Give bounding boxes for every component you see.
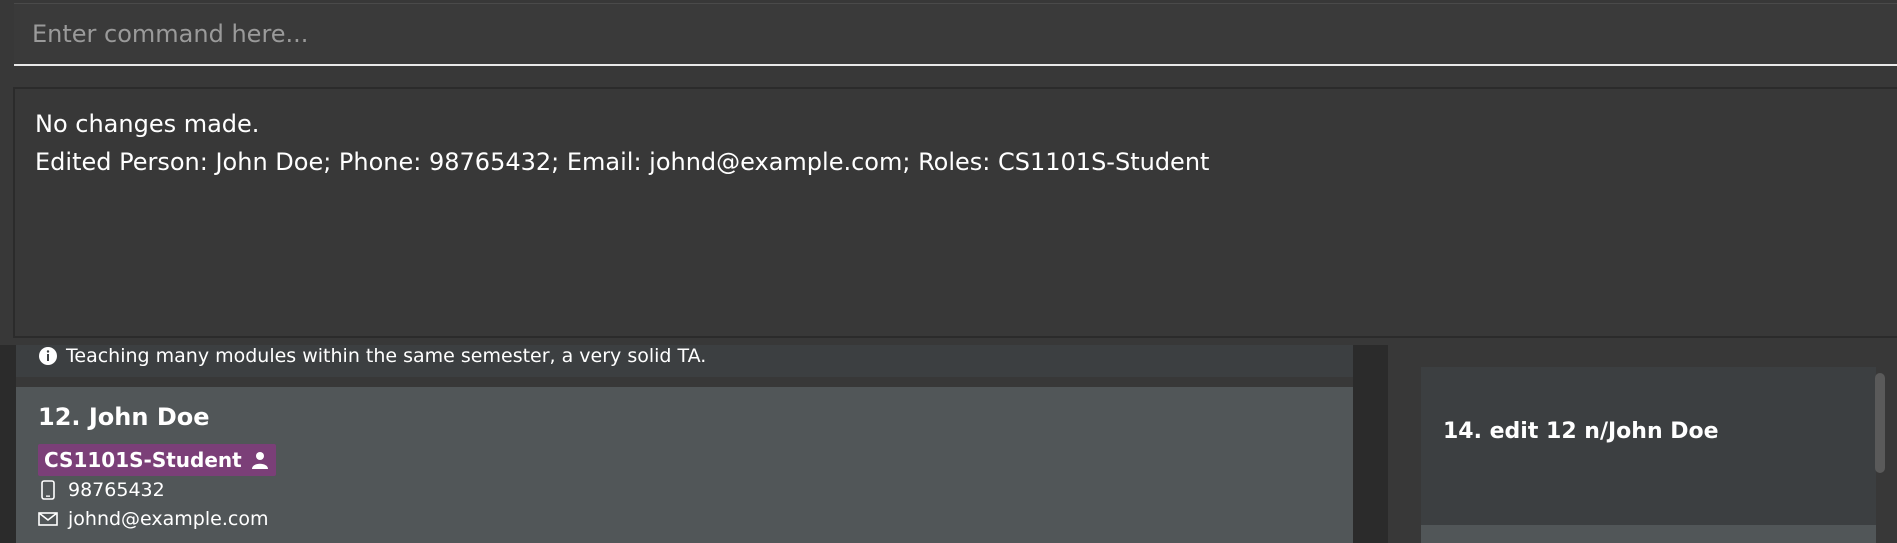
app-window: No changes made. Edited Person: John Doe… [0, 0, 1897, 543]
selected-person-card[interactable]: 12. John Doe CS1101S-Student 98765432 jo… [16, 387, 1353, 543]
role-label: CS1101S-Student [44, 448, 242, 472]
list-item[interactable]: Teaching many modules within the same se… [16, 345, 1353, 377]
role-badge: CS1101S-Student [38, 444, 276, 476]
history-scrollbar[interactable] [1875, 373, 1885, 473]
command-history-panel[interactable]: 14. edit 12 n/John Doe [1388, 345, 1897, 543]
bottom-panels: Teaching many modules within the same se… [0, 345, 1897, 543]
result-display: No changes made. Edited Person: John Doe… [13, 87, 1897, 338]
phone-row: 98765432 [38, 479, 165, 501]
result-line-status: No changes made. [35, 110, 260, 138]
phone-icon [38, 479, 58, 501]
result-line-detail: Edited Person: John Doe; Phone: 98765432… [35, 148, 1210, 176]
previous-item-text: Teaching many modules within the same se… [66, 345, 707, 367]
history-next-item[interactable] [1421, 525, 1876, 543]
history-item[interactable]: 14. edit 12 n/John Doe [1421, 367, 1876, 525]
person-name: 12. John Doe [38, 403, 210, 431]
previous-item-text-row: Teaching many modules within the same se… [38, 345, 706, 367]
command-box [14, 3, 1897, 66]
phone-number: 98765432 [68, 479, 165, 501]
email-row: johnd@example.com [38, 508, 268, 530]
history-item-label: 14. edit 12 n/John Doe [1443, 419, 1719, 444]
email-icon [38, 508, 58, 530]
person-icon [250, 449, 270, 471]
email-address: johnd@example.com [68, 508, 269, 530]
person-list[interactable]: Teaching many modules within the same se… [16, 345, 1353, 543]
info-icon [38, 345, 58, 367]
panel-divider[interactable] [1353, 345, 1388, 543]
command-input[interactable] [14, 4, 1897, 64]
